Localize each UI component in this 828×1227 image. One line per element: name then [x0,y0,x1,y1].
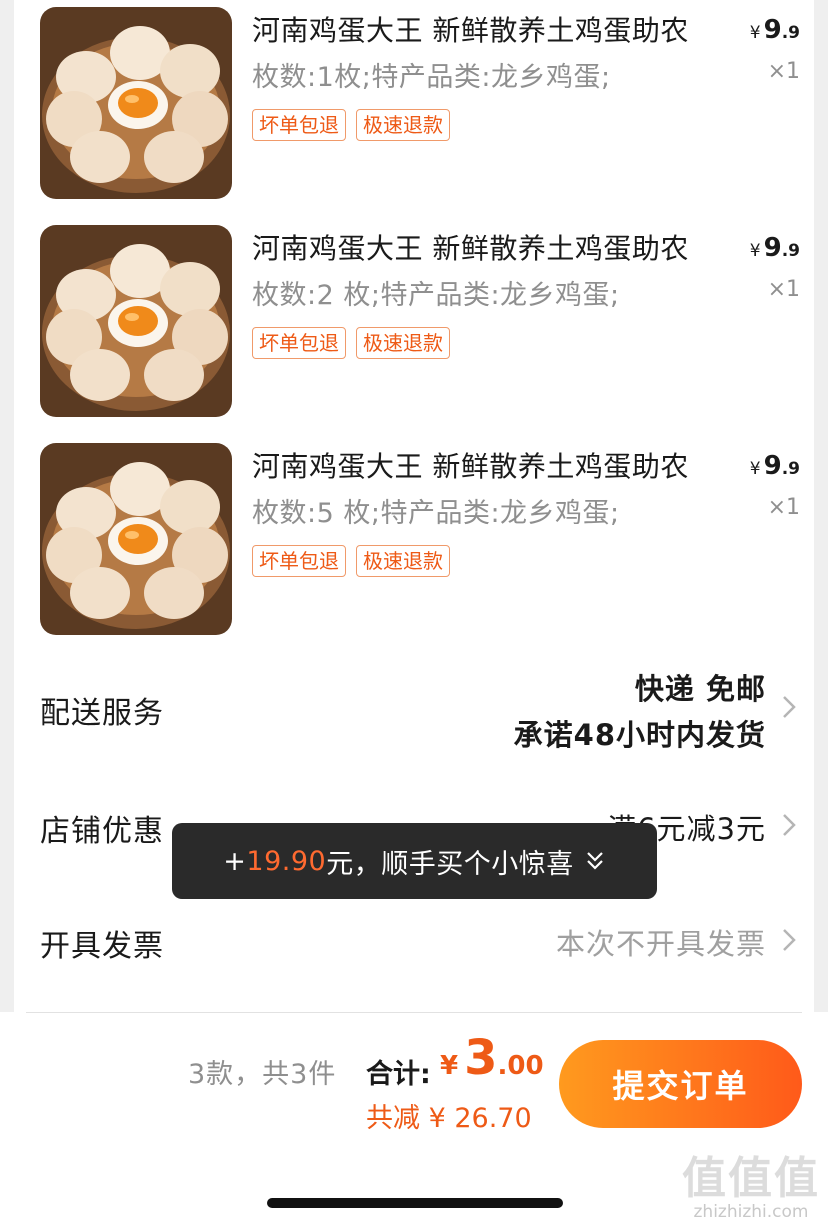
price-integer: 9 [763,451,782,481]
invoice-value: 本次不开具发票 [555,927,766,961]
product-price: ¥9.9 [750,15,800,45]
watermark-url: zhizhizhi.com [693,1202,809,1222]
price-integer: 9 [763,233,782,263]
toast-text: 元，顺手买个小惊喜 [326,848,574,880]
total-price: ¥3.00 [440,1030,544,1086]
product-spec[interactable]: 枚数:5 枚;特产品类:龙乡鸡蛋; [252,491,722,530]
product-quantity: ×1 [767,277,800,302]
upsell-toast[interactable]: +19.90 元，顺手买个小惊喜 [172,823,657,899]
checkout-bar: 3款，共3件 合计: ¥3.00 共减 ¥ 26.70 提交订单 值值值 zhi… [0,1012,828,1227]
product-image[interactable] [40,225,232,417]
double-chevron-down-icon[interactable] [584,850,606,872]
product-quantity: ×1 [767,59,800,84]
tag-fast-refund: 极速退款 [356,109,450,141]
currency-symbol: ¥ [749,459,761,479]
item-count: 3款，共3件 [188,1059,337,1090]
invoice-row[interactable]: 开具发票 本次不开具发票 [40,915,800,965]
watermark-logo: 值值值 zhizhizhi.com [682,1142,820,1222]
product-spec[interactable]: 枚数:2 枚;特产品类:龙乡鸡蛋; [252,273,722,312]
currency-symbol: ¥ [440,1051,459,1081]
price-decimal: .9 [781,241,800,261]
product-tags: 坏单包退 极速退款 [252,109,450,141]
toast-amount: 19.90 [246,845,327,877]
total-integer: 3 [464,1030,498,1086]
home-indicator[interactable] [267,1198,563,1208]
product-tags: 坏单包退 极速退款 [252,327,450,359]
product-title[interactable]: 河南鸡蛋大王 新鲜散养土鸡蛋助农 [252,9,722,49]
product-image[interactable] [40,7,232,199]
currency-symbol: ¥ [749,241,761,261]
total-saving: 共减 ¥ 26.70 [366,1103,532,1134]
product-spec[interactable]: 枚数:1枚;特产品类:龙乡鸡蛋; [252,55,722,94]
delivery-row[interactable]: 配送服务 快递 免邮 承诺48小时内发货 [40,662,800,752]
chevron-right-icon[interactable] [778,811,800,839]
toast-prefix: + [223,845,247,877]
divider [26,1012,802,1013]
product-price: ¥9.9 [750,451,800,481]
product-tags: 坏单包退 极速退款 [252,545,450,577]
chevron-right-icon[interactable] [778,926,800,954]
total-label: 合计: [366,1059,431,1090]
tag-fast-refund: 极速退款 [356,327,450,359]
product-title[interactable]: 河南鸡蛋大王 新鲜散养土鸡蛋助农 [252,445,722,485]
tag-bad-return: 坏单包退 [252,109,346,141]
price-decimal: .9 [781,459,800,479]
product-quantity: ×1 [767,495,800,520]
total-decimal: .00 [497,1051,544,1081]
delivery-label: 配送服务 [40,696,164,731]
product-item[interactable]: 河南鸡蛋大王 新鲜散养土鸡蛋助农 枚数:5 枚;特产品类:龙乡鸡蛋; 坏单包退 … [40,443,800,635]
shop-discount-label: 店铺优惠 [40,814,164,849]
product-image[interactable] [40,443,232,635]
currency-symbol: ¥ [749,23,761,43]
tag-fast-refund: 极速退款 [356,545,450,577]
product-price: ¥9.9 [750,233,800,263]
tag-bad-return: 坏单包退 [252,327,346,359]
tag-bad-return: 坏单包退 [252,545,346,577]
watermark-text: 值值值 [682,1153,820,1204]
product-item[interactable]: 河南鸡蛋大王 新鲜散养土鸡蛋助农 枚数:1枚;特产品类:龙乡鸡蛋; 坏单包退 极… [40,7,800,199]
chevron-right-icon[interactable] [778,693,800,721]
product-title[interactable]: 河南鸡蛋大王 新鲜散养土鸡蛋助农 [252,227,722,267]
submit-order-button[interactable]: 提交订单 [559,1040,802,1128]
delivery-promise: 承诺48小时内发货 [513,718,766,752]
delivery-method: 快递 免邮 [634,672,766,706]
invoice-label: 开具发票 [40,929,164,964]
product-item[interactable]: 河南鸡蛋大王 新鲜散养土鸡蛋助农 枚数:2 枚;特产品类:龙乡鸡蛋; 坏单包退 … [40,225,800,417]
price-integer: 9 [763,15,782,45]
price-decimal: .9 [781,23,800,43]
